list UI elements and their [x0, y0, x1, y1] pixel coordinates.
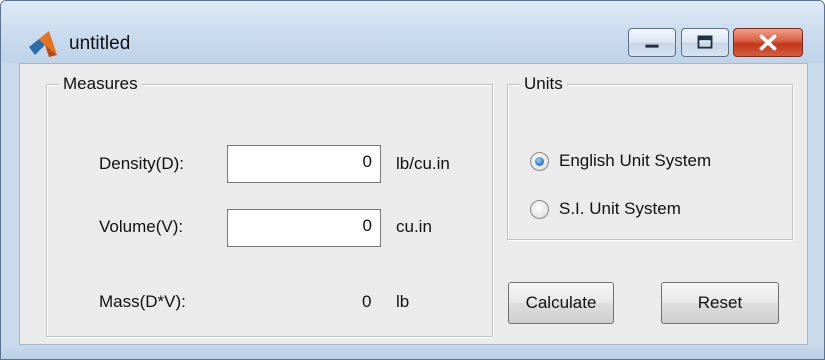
units-group-title: Units [520, 73, 567, 95]
app-window: untitled Measures Density(D): 0 lb/cu.in [0, 0, 825, 360]
radio-english-label: English Unit System [559, 151, 712, 170]
density-input[interactable]: 0 [227, 145, 381, 183]
matlab-logo-icon [29, 31, 57, 57]
calculate-button[interactable]: Calculate [508, 282, 614, 324]
radio-si-indicator[interactable] [530, 200, 549, 219]
mass-value: 0 [362, 292, 372, 311]
volume-label: Volume(V): [99, 217, 184, 236]
mass-label: Mass(D*V): [99, 292, 186, 311]
measures-group-title: Measures [59, 73, 142, 95]
figure-panel: Measures Density(D): 0 lb/cu.in Volume(V… [19, 63, 808, 345]
units-group: Units English Unit System S.I. Unit Syst… [507, 73, 793, 240]
measures-group: Measures Density(D): 0 lb/cu.in Volume(V… [46, 73, 493, 337]
title-bar[interactable]: untitled [1, 1, 824, 63]
radio-english-indicator[interactable] [530, 152, 549, 171]
minimize-button[interactable] [628, 28, 676, 57]
mass-unit: lb [396, 292, 410, 311]
minimize-icon [645, 43, 659, 48]
maximize-button[interactable] [681, 28, 729, 57]
volume-input[interactable]: 0 [227, 209, 381, 247]
radio-si-label: S.I. Unit System [559, 199, 681, 218]
window-title: untitled [69, 33, 131, 54]
density-unit: lb/cu.in [396, 154, 450, 173]
close-button[interactable] [733, 28, 803, 57]
window-frame-bottom [1, 345, 824, 359]
density-label: Density(D): [99, 154, 185, 173]
volume-unit: cu.in [396, 217, 432, 236]
reset-button[interactable]: Reset [661, 282, 779, 324]
close-icon [759, 34, 777, 51]
maximize-icon [697, 35, 713, 49]
